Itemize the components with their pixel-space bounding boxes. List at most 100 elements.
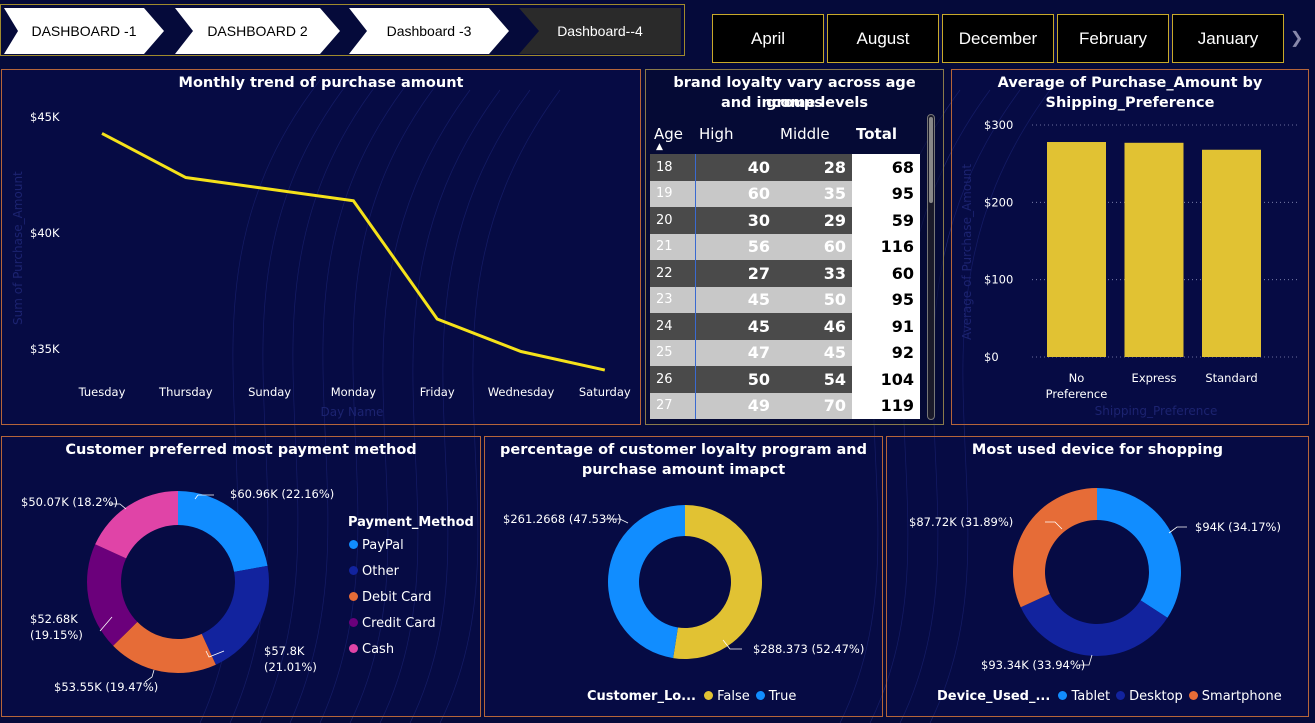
legend-item[interactable]: Cash	[349, 642, 394, 657]
legend-item[interactable]: Tablet	[1058, 689, 1110, 704]
shipping-ytick-label: $300	[984, 118, 1013, 132]
middle-cell: 70	[776, 392, 852, 419]
column-header-middle[interactable]: Middle	[776, 114, 852, 154]
tab-dashboard-4[interactable]: Dashboard--4	[519, 8, 681, 54]
middle-cell: 46	[776, 313, 852, 340]
loyalty-program-panel: percentage of customer loyalty program a…	[484, 436, 883, 717]
shipping-ytick-label: $200	[984, 195, 1013, 209]
legend-label: Smartphone	[1201, 689, 1282, 704]
legend-label: False	[717, 689, 750, 704]
loyalty-legend: Customer_Lo... False True	[587, 689, 802, 704]
legend-item[interactable]: Other	[349, 564, 399, 579]
table-row[interactable]: 19 60 35 95	[650, 180, 920, 207]
device-legend: Device_Used_... Tablet Desktop Smartphone	[937, 689, 1288, 704]
age-cell: 18	[650, 154, 695, 181]
legend-dot-icon	[349, 566, 358, 575]
high-cell: 45	[694, 286, 776, 313]
high-cell: 56	[694, 233, 776, 260]
trend-ytick-label: $40K	[30, 226, 60, 240]
tab-dashboard-2[interactable]: DASHBOARD 2	[175, 8, 340, 54]
bar[interactable]	[1047, 142, 1106, 357]
legend-label: PayPal	[362, 538, 404, 553]
month-april-button[interactable]: April	[712, 14, 824, 63]
middle-cell: 50	[776, 286, 852, 313]
high-cell: 45	[694, 313, 776, 340]
table-row[interactable]: 20 30 29 59	[650, 207, 920, 234]
column-header-age[interactable]: Age ▲	[650, 114, 695, 154]
month-february-button[interactable]: February	[1057, 14, 1169, 63]
table-row[interactable]: 26 50 54 104	[650, 366, 920, 393]
high-cell: 50	[694, 366, 776, 393]
shipping-xtick-label: Standard	[1205, 371, 1257, 385]
tab-dashboard-1[interactable]: DASHBOARD -1	[4, 8, 164, 54]
trend-xtick-label: Friday	[420, 385, 455, 399]
shipping-xtick-label: Preference	[1046, 387, 1108, 401]
table-row[interactable]: 25 47 45 92	[650, 339, 920, 366]
table-scrollbar-thumb[interactable]	[929, 117, 933, 203]
table-row[interactable]: 21 56 60 116	[650, 233, 920, 260]
month-january-button[interactable]: January	[1172, 14, 1284, 63]
column-header-high[interactable]: High	[695, 114, 776, 154]
legend-label: Cash	[362, 642, 395, 657]
trend-xtick-label: Thursday	[158, 385, 213, 399]
month-august-button[interactable]: August	[827, 14, 939, 63]
loyalty-program-chart: $261.2668 (47.53%) $288.373 (52.47%)	[503, 505, 864, 659]
high-cell: 60	[694, 180, 776, 207]
shipping-ytick-label: $0	[984, 350, 999, 364]
tab-dashboard-4-label: Dashboard--4	[557, 23, 643, 39]
shipping-panel: Average of Purchase_Amount by Shipping_P…	[951, 69, 1309, 425]
table-row[interactable]: 22 27 33 60	[650, 260, 920, 287]
donut-slice[interactable]	[1097, 488, 1181, 618]
legend-item[interactable]: False	[704, 689, 750, 704]
payment-panel: Customer preferred most payment method $…	[1, 436, 481, 717]
column-header-age-label: Age	[654, 125, 684, 143]
table-row[interactable]: 24 45 46 91	[650, 313, 920, 340]
loyalty-legend-title: Customer_Lo...	[587, 689, 696, 704]
trend-xtick-label: Saturday	[579, 385, 631, 399]
legend-item[interactable]: PayPal	[349, 538, 404, 553]
age-cell: 22	[650, 260, 695, 287]
bar[interactable]	[1124, 142, 1184, 357]
table-row[interactable]: 18 40 28 68	[650, 154, 920, 181]
donut-slice[interactable]	[201, 565, 270, 665]
tab-dashboard-3-label: Dashboard -3	[386, 23, 472, 39]
legend-item[interactable]: Desktop	[1116, 689, 1183, 704]
high-cell: 30	[694, 207, 776, 234]
device-chart: $94K (34.17%) $93.34K (33.94%) $87.72K (…	[909, 488, 1281, 672]
payment-label-debit: $53.55K (19.47%)	[54, 680, 158, 694]
age-cell: 26	[650, 366, 695, 393]
middle-cell: 29	[776, 207, 852, 234]
tab-dashboard-1-label: DASHBOARD -1	[31, 23, 137, 39]
legend-item[interactable]: Debit Card	[349, 590, 432, 605]
donut-slice[interactable]	[178, 491, 268, 572]
trend-xtick-label: Wednesday	[488, 385, 555, 399]
legend-dot-icon	[349, 618, 358, 627]
donut-slice[interactable]	[673, 505, 763, 659]
legend-item[interactable]: Smartphone	[1188, 689, 1282, 704]
middle-cell: 54	[776, 366, 852, 393]
table-row[interactable]: 23 45 50 95	[650, 286, 920, 313]
chevron-right-icon[interactable]: ❯	[1290, 28, 1303, 48]
bar[interactable]	[1202, 149, 1261, 357]
age-cell: 27	[650, 392, 695, 419]
legend-label: Tablet	[1071, 689, 1111, 704]
column-header-total[interactable]: Total	[852, 114, 920, 154]
table-row[interactable]: 27 49 70 119	[650, 392, 920, 419]
total-cell: 119	[852, 392, 920, 419]
donut-slice[interactable]	[1013, 488, 1097, 608]
middle-cell: 60	[776, 233, 852, 260]
table-scrollbar[interactable]	[927, 114, 935, 420]
donut-slice[interactable]	[608, 505, 685, 659]
legend-dot-icon	[704, 691, 714, 700]
device-label-smartphone: $87.72K (31.89%)	[909, 515, 1013, 529]
legend-item[interactable]: Credit Card	[349, 616, 436, 631]
month-december-button[interactable]: December	[942, 14, 1054, 63]
trend-panel: Monthly trend of purchase amount Sum of …	[1, 69, 641, 425]
legend-item[interactable]: True	[755, 689, 796, 704]
total-cell: 68	[852, 154, 920, 181]
sort-up-icon[interactable]: ▲	[656, 142, 663, 152]
device-label-desktop: $93.34K (33.94%)	[981, 658, 1085, 672]
trend-ytick-label: $45K	[30, 110, 60, 124]
tab-dashboard-3[interactable]: Dashboard -3	[349, 8, 509, 54]
payment-label-credit-value: $52.68K	[30, 612, 78, 626]
